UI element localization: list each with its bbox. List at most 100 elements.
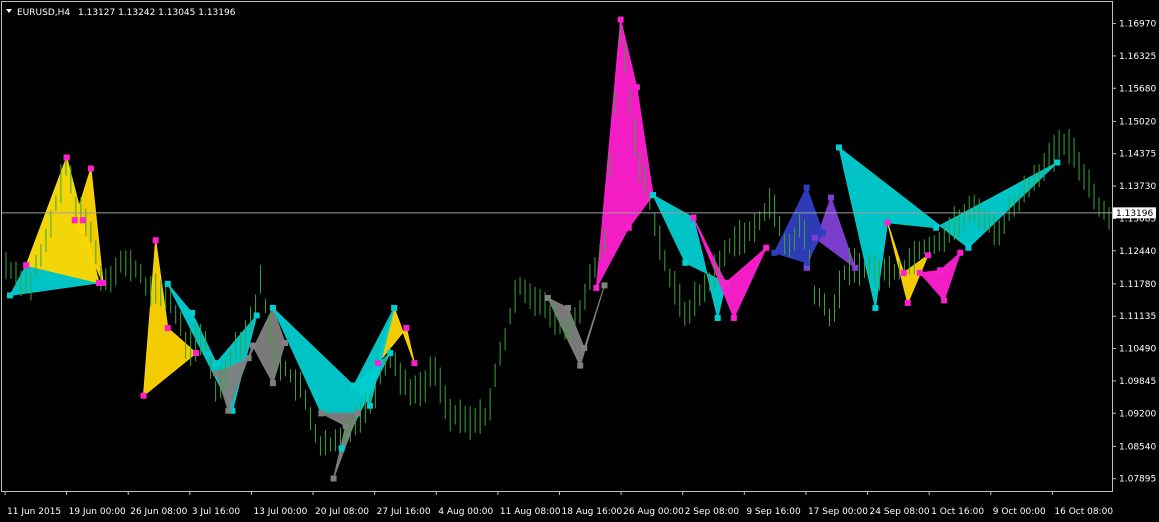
pattern-point-marker — [625, 224, 632, 231]
pattern-point-marker — [330, 475, 337, 482]
pattern-point-marker — [189, 309, 196, 316]
y-tick-label: 1.12440 — [1119, 247, 1156, 257]
x-tick-label: 11 Aug 08:00 — [500, 507, 561, 517]
pattern-point-marker — [900, 269, 907, 276]
pattern-point-marker — [730, 314, 737, 321]
y-tick-label: 1.09200 — [1119, 409, 1156, 419]
x-tick-label: 17 Sep 00:00 — [808, 507, 868, 517]
pattern-point-marker — [140, 392, 147, 399]
pattern-point-marker — [366, 402, 373, 409]
pattern-point-marker — [827, 194, 834, 201]
pattern-point-marker — [933, 224, 940, 231]
x-tick-label: 1 Oct 16:00 — [931, 507, 984, 517]
y-tick-label: 1.13730 — [1119, 182, 1156, 192]
pattern-point-marker — [771, 249, 778, 256]
pattern-point-marker — [245, 355, 252, 362]
pattern-point-marker — [253, 312, 260, 319]
pattern-point-marker — [819, 229, 826, 236]
x-tick-label: 13 Jul 00:00 — [253, 507, 307, 517]
x-tick-label: 26 Aug 00:00 — [623, 507, 684, 517]
pattern-point-marker — [544, 294, 551, 301]
y-tick-label: 1.14375 — [1119, 150, 1156, 160]
y-tick-label: 1.07895 — [1119, 475, 1156, 485]
x-tick-label: 16 Oct 08:00 — [1054, 507, 1113, 517]
pattern-point-marker — [350, 382, 357, 389]
pattern-point-marker — [152, 237, 159, 244]
pattern-point-marker — [941, 297, 948, 304]
pattern-point-marker — [193, 350, 200, 357]
y-tick-label: 1.15680 — [1119, 84, 1156, 94]
pattern-point-marker — [965, 244, 972, 251]
pattern-point-marker — [63, 154, 70, 161]
pattern-point-marker — [338, 445, 345, 452]
x-tick-label: 9 Sep 16:00 — [746, 507, 801, 517]
pattern-point-marker — [763, 244, 770, 251]
pattern-point-marker — [164, 280, 171, 287]
pattern-point-marker — [852, 264, 859, 271]
pattern-point-marker — [213, 360, 220, 367]
symbol-header: EURUSD,H4 1.13127 1.13242 1.13045 1.1319… — [6, 8, 236, 18]
pattern-point-marker — [342, 422, 349, 429]
y-tick-label: 1.16325 — [1119, 52, 1156, 62]
pattern-point-marker — [803, 184, 810, 191]
x-tick-label: 26 Jun 08:00 — [130, 507, 187, 517]
pattern-point-marker — [593, 284, 600, 291]
x-tick-label: 18 Aug 16:00 — [562, 507, 623, 517]
pattern-point-marker — [411, 360, 418, 367]
pattern-point-marker — [577, 362, 584, 369]
pattern-point-marker — [957, 249, 964, 256]
pattern-point-marker — [387, 350, 394, 357]
x-tick-label: 4 Aug 00:00 — [438, 507, 493, 517]
x-tick-label: 19 Jun 00:00 — [69, 507, 126, 517]
price-axis[interactable]: 1.16970 1.16325 1.15680 1.15020 1.14375 1.137… — [1112, 20, 1156, 485]
pattern-point-marker — [249, 342, 256, 349]
pattern-point-marker — [714, 314, 721, 321]
y-tick-label: 1.16970 — [1119, 20, 1156, 30]
y-tick-label: 1.11780 — [1119, 280, 1156, 290]
symbol-label: EURUSD,H4 — [17, 8, 70, 18]
pattern-point-marker — [916, 269, 923, 276]
pattern-point-marker — [937, 267, 944, 274]
pattern-point-marker — [650, 192, 657, 199]
pattern-point-marker — [7, 292, 14, 299]
y-tick-label: 1.09845 — [1119, 377, 1156, 387]
pattern-point-marker — [164, 325, 171, 331]
pattern-point-marker — [601, 282, 608, 289]
pattern-point-marker — [836, 144, 843, 151]
pattern-point-marker — [375, 360, 382, 367]
pattern-point-marker — [581, 345, 588, 352]
chart-background — [0, 0, 1159, 522]
pattern-point-marker — [682, 259, 689, 266]
pattern-point-marker — [565, 304, 572, 311]
pattern-point-marker — [213, 370, 220, 377]
pattern-point-marker — [403, 325, 410, 331]
y-tick-label: 1.08540 — [1119, 442, 1156, 452]
y-tick-label: 1.11135 — [1119, 312, 1156, 322]
pattern-point-marker — [225, 407, 232, 414]
pattern-point-marker — [71, 217, 78, 224]
bid-price-label: 1.13196 — [1113, 207, 1156, 219]
pattern-point-marker — [354, 410, 361, 417]
chart-window[interactable]: 1.16970 1.16325 1.15680 1.15020 1.14375 1.137… — [0, 0, 1159, 522]
pattern-point-marker — [904, 299, 911, 306]
x-tick-label: 9 Oct 00:00 — [993, 507, 1046, 517]
y-tick-label: 1.10490 — [1119, 345, 1156, 355]
pattern-point-marker — [79, 217, 86, 224]
pattern-point-marker — [633, 84, 640, 91]
price-chart[interactable]: 1.16970 1.16325 1.15680 1.15020 1.14375 1.137… — [0, 0, 1159, 522]
x-tick-label: 27 Jul 16:00 — [377, 507, 431, 517]
x-tick-label: 20 Jul 08:00 — [315, 507, 369, 517]
y-tick-label: 1.15020 — [1119, 117, 1156, 127]
pattern-point-marker — [617, 16, 624, 23]
pattern-point-marker — [803, 259, 810, 266]
bid-price-text: 1.13196 — [1116, 209, 1153, 219]
ohlc-values: 1.13127 1.13242 1.13045 1.13196 — [78, 8, 236, 18]
pattern-point-marker — [100, 279, 107, 286]
pattern-point-marker — [391, 304, 398, 311]
pattern-point-marker — [884, 219, 891, 226]
pattern-point-marker — [318, 410, 325, 417]
x-tick-label: 3 Jul 16:00 — [192, 507, 241, 517]
x-tick-label: 24 Sep 08:00 — [870, 507, 930, 517]
x-tick-label: 11 Jun 2015 — [7, 507, 61, 517]
pattern-point-marker — [690, 214, 697, 221]
